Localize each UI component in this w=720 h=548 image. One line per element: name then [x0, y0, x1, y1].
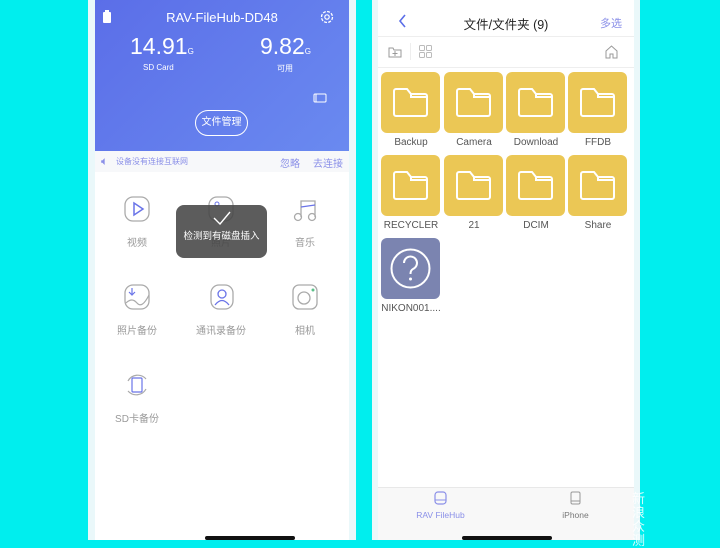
folder-tile[interactable]: [444, 155, 503, 216]
ignore-button[interactable]: 忽略: [280, 155, 300, 170]
folder-icon: [393, 171, 428, 200]
video-play-icon: [124, 196, 150, 222]
folder-label: Backup: [394, 137, 428, 148]
folder-icon: [580, 88, 615, 117]
toolbar-divider: [410, 43, 411, 60]
folder-icon: [456, 88, 491, 117]
hard-drive-icon: [434, 491, 447, 505]
question-mark-icon: [390, 248, 431, 289]
folder-label: Download: [513, 137, 559, 148]
folder-icon: [518, 88, 553, 117]
folder-tile[interactable]: [568, 155, 627, 216]
grid-view-icon[interactable]: [419, 45, 432, 58]
tile-video[interactable]: 视频: [107, 195, 167, 249]
phone-icon: [570, 491, 581, 505]
divider: [378, 36, 634, 37]
available-value: 9.82G: [260, 33, 311, 59]
new-folder-icon[interactable]: [388, 46, 402, 58]
folder-icon: [393, 88, 428, 117]
folder-tile[interactable]: [381, 72, 440, 133]
available-label: 可用: [277, 64, 293, 73]
folder-icon: [456, 171, 491, 200]
tile-camera[interactable]: 相机: [275, 283, 335, 337]
folder-icon: [580, 171, 615, 200]
page-title: 文件/文件夹 (9): [463, 18, 549, 32]
folder-tile[interactable]: [506, 72, 565, 133]
folder-label: 21: [468, 220, 480, 231]
folder-label: DCIM: [523, 220, 549, 231]
tab-iphone[interactable]: iPhone: [538, 491, 613, 520]
folder-tile[interactable]: [444, 72, 503, 133]
left-phone-screen: RAV-FileHub-DD48 14.91G SD Card 9.82G 可用…: [88, 0, 356, 540]
device-name: RAV-FileHub-DD48: [166, 10, 278, 25]
notice-text: 设备没有连接互联网: [116, 157, 188, 166]
folder-label: Camera: [456, 137, 492, 148]
folder-tile[interactable]: [506, 155, 565, 216]
sd-card-label: SD Card: [143, 63, 174, 72]
unknown-file-label: NIKON001....: [381, 303, 441, 314]
tile-sd-backup[interactable]: SD卡备份: [107, 371, 167, 425]
folder-tile[interactable]: [568, 72, 627, 133]
disk-inserted-toast: 检测到有磁盘插入: [176, 205, 267, 258]
folder-label: Share: [584, 220, 612, 231]
music-note-icon: [293, 200, 317, 222]
unknown-file-tile[interactable]: [381, 238, 440, 299]
camera-icon: [292, 284, 318, 310]
home-icon[interactable]: [605, 45, 618, 59]
device-header: RAV-FileHub-DD48 14.91G SD Card 9.82G 可用…: [95, 0, 349, 151]
home-indicator: [205, 536, 295, 540]
file-manage-button[interactable]: 文件管理: [195, 110, 248, 136]
tab-rav-filehub[interactable]: RAV FileHub: [403, 491, 478, 520]
right-phone-screen: 文件/文件夹 (9) 多选 Backup Camera Download FFDB RE…: [372, 0, 640, 540]
folder-label: RECYCLER: [383, 220, 439, 231]
sd-card-value: 14.91G: [130, 33, 194, 59]
home-indicator: [462, 536, 552, 540]
connect-button[interactable]: 去连接: [313, 155, 343, 170]
speaker-icon: 🔈︎: [101, 154, 109, 168]
sd-card-icon[interactable]: [313, 93, 327, 103]
bottom-tab-bar: RAV FileHub iPhone: [378, 488, 634, 540]
photo-backup-icon: [124, 284, 150, 310]
network-notice: 🔈︎ 设备没有连接互联网 忽略 去连接: [95, 151, 349, 172]
divider: [378, 67, 634, 68]
folder-tile[interactable]: [381, 155, 440, 216]
contacts-backup-icon: [210, 284, 234, 310]
tile-photo-backup[interactable]: 照片备份: [107, 283, 167, 337]
checkmark-icon: [213, 211, 231, 226]
multi-select-button[interactable]: 多选: [600, 15, 622, 31]
sd-backup-icon: [127, 374, 147, 396]
tile-contacts-backup[interactable]: 通讯录备份: [191, 283, 251, 337]
folder-label: FFDB: [584, 137, 612, 148]
folder-icon: [518, 171, 553, 200]
tile-music[interactable]: 音乐: [275, 195, 335, 249]
settings-gear-icon[interactable]: [320, 10, 334, 24]
